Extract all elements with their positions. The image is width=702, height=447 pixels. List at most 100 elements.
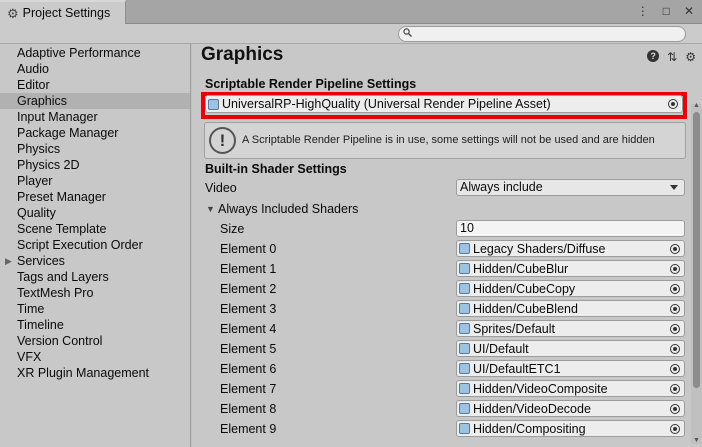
sidebar-item-label: Physics 2D (17, 158, 80, 172)
object-picker-icon[interactable] (670, 264, 680, 274)
element-label: Element 2 (220, 282, 277, 296)
title-bar: ⚙ Project Settings ⋮ □ ✕ (0, 0, 702, 24)
object-picker-icon[interactable] (670, 424, 680, 434)
window-buttons: ⋮ □ ✕ (637, 4, 694, 18)
size-field[interactable]: 10 (456, 220, 685, 237)
sidebar-item-physics[interactable]: Physics (0, 141, 190, 157)
sidebar-item-label: XR Plugin Management (17, 366, 150, 380)
video-dropdown[interactable]: Always include (456, 179, 685, 196)
shader-object-field[interactable]: Legacy Shaders/Diffuse (456, 240, 685, 257)
sidebar-item-editor[interactable]: Editor (0, 77, 190, 93)
sidebar-item-label: Input Manager (17, 110, 98, 124)
object-picker-icon[interactable] (670, 384, 680, 394)
sidebar-item-version-control[interactable]: Version Control (0, 333, 190, 349)
sidebar-item-label: Tags and Layers (17, 270, 109, 284)
shader-object-field[interactable]: Hidden/VideoDecode (456, 400, 685, 417)
object-picker-icon[interactable] (670, 364, 680, 374)
sidebar-item-quality[interactable]: Quality (0, 205, 190, 221)
sidebar-item-adaptive-performance[interactable]: Adaptive Performance (0, 45, 190, 61)
size-value: 10 (460, 221, 474, 235)
object-picker-icon[interactable] (670, 324, 680, 334)
search-input[interactable] (398, 26, 686, 42)
sidebar-item-timeline[interactable]: Timeline (0, 317, 190, 333)
sidebar-item-audio[interactable]: Audio (0, 61, 190, 77)
sidebar-item-script-execution-order[interactable]: Script Execution Order (0, 237, 190, 253)
shader-icon (459, 343, 470, 354)
shader-value: UI/Default (473, 341, 529, 356)
preset-sliders-icon[interactable]: ⇅ (667, 50, 677, 64)
sidebar-item-label: Graphics (17, 94, 68, 108)
srp-asset-field[interactable]: UniversalRP-HighQuality (Universal Rende… (205, 95, 683, 113)
sidebar-item-tags-and-layers[interactable]: Tags and Layers (0, 269, 190, 285)
sidebar-item-services[interactable]: ▶ Services (0, 253, 190, 269)
shader-value: Hidden/Compositing (473, 421, 586, 436)
shader-value: Hidden/CubeBlur (473, 261, 569, 276)
scroll-down-icon[interactable]: ▼ (693, 437, 700, 444)
sidebar-item-label: Time (17, 302, 45, 316)
scroll-up-icon[interactable]: ▲ (693, 102, 700, 109)
sidebar-item-label: Package Manager (17, 126, 119, 140)
maximize-icon[interactable]: □ (663, 4, 670, 18)
srp-section-heading: Scriptable Render Pipeline Settings (205, 77, 417, 91)
element-label: Element 9 (220, 422, 277, 436)
object-picker-icon[interactable] (668, 99, 678, 109)
sidebar-item-textmesh-pro[interactable]: TextMesh Pro (0, 285, 190, 301)
shader-icon (459, 383, 470, 394)
shader-value: Legacy Shaders/Diffuse (473, 241, 606, 256)
page-title: Graphics (201, 44, 284, 65)
foldout-expanded-icon[interactable]: ▼ (206, 204, 215, 214)
sidebar-item-graphics[interactable]: Graphics (0, 93, 190, 109)
shader-object-field[interactable]: Hidden/VideoComposite (456, 380, 685, 397)
shader-icon (459, 363, 470, 374)
shader-icon (459, 283, 470, 294)
shader-icon (459, 303, 470, 314)
element-label: Element 7 (220, 382, 277, 396)
search-strip (0, 24, 702, 44)
scrollbar-thumb[interactable] (693, 112, 700, 388)
shaders-foldout-label[interactable]: Always Included Shaders (218, 202, 358, 216)
help-icon[interactable]: ? (647, 50, 660, 62)
shader-object-field[interactable]: Hidden/CubeBlur (456, 260, 685, 277)
element-label: Element 5 (220, 342, 277, 356)
shader-object-field[interactable]: UI/DefaultETC1 (456, 360, 685, 377)
sidebar-item-time[interactable]: Time (0, 301, 190, 317)
sidebar-item-preset-manager[interactable]: Preset Manager (0, 189, 190, 205)
object-picker-icon[interactable] (670, 244, 680, 254)
warning-icon: ! (209, 127, 236, 154)
sidebar-item-vfx[interactable]: VFX (0, 349, 190, 365)
shader-object-field[interactable]: Hidden/Compositing (456, 420, 685, 437)
close-icon[interactable]: ✕ (684, 4, 694, 18)
chevron-right-icon[interactable]: ▶ (5, 253, 12, 269)
sidebar-item-label: Audio (17, 62, 49, 76)
graphics-panel: Graphics ? ⇅ ⚙ Scriptable Render Pipelin… (192, 44, 702, 447)
shader-object-field[interactable]: Sprites/Default (456, 320, 685, 337)
tab-project-settings[interactable]: ⚙ Project Settings (0, 0, 126, 24)
sidebar-item-label: Script Execution Order (17, 238, 143, 252)
object-picker-icon[interactable] (670, 404, 680, 414)
shader-icon (459, 403, 470, 414)
sidebar-item-label: Physics (17, 142, 61, 156)
sidebar-item-player[interactable]: Player (0, 173, 190, 189)
shader-icon (459, 423, 470, 434)
info-message-box: ! A Scriptable Render Pipeline is in use… (204, 122, 686, 159)
info-message-text: A Scriptable Render Pipeline is in use, … (242, 134, 655, 146)
shader-value: Hidden/CubeBlend (473, 301, 578, 316)
srp-asset-value: UniversalRP-HighQuality (Universal Rende… (222, 97, 551, 111)
more-options-icon[interactable]: ⋮ (637, 4, 649, 18)
sidebar-item-label: Quality (17, 206, 56, 220)
settings-gear-icon[interactable]: ⚙ (685, 50, 696, 64)
sidebar-item-label: Version Control (17, 334, 103, 348)
sidebar-item-xr-plugin-management[interactable]: XR Plugin Management (0, 365, 190, 381)
shader-object-field[interactable]: UI/Default (456, 340, 685, 357)
object-picker-icon[interactable] (670, 284, 680, 294)
sidebar-item-label: Preset Manager (17, 190, 106, 204)
shader-object-field[interactable]: Hidden/CubeBlend (456, 300, 685, 317)
sidebar-item-physics-2d[interactable]: Physics 2D (0, 157, 190, 173)
sidebar-item-scene-template[interactable]: Scene Template (0, 221, 190, 237)
object-picker-icon[interactable] (670, 344, 680, 354)
shader-object-field[interactable]: Hidden/CubeCopy (456, 280, 685, 297)
object-picker-icon[interactable] (670, 304, 680, 314)
sidebar-item-package-manager[interactable]: Package Manager (0, 125, 190, 141)
sidebar-item-input-manager[interactable]: Input Manager (0, 109, 190, 125)
scrollbar[interactable]: ▲ ▼ (691, 102, 702, 444)
